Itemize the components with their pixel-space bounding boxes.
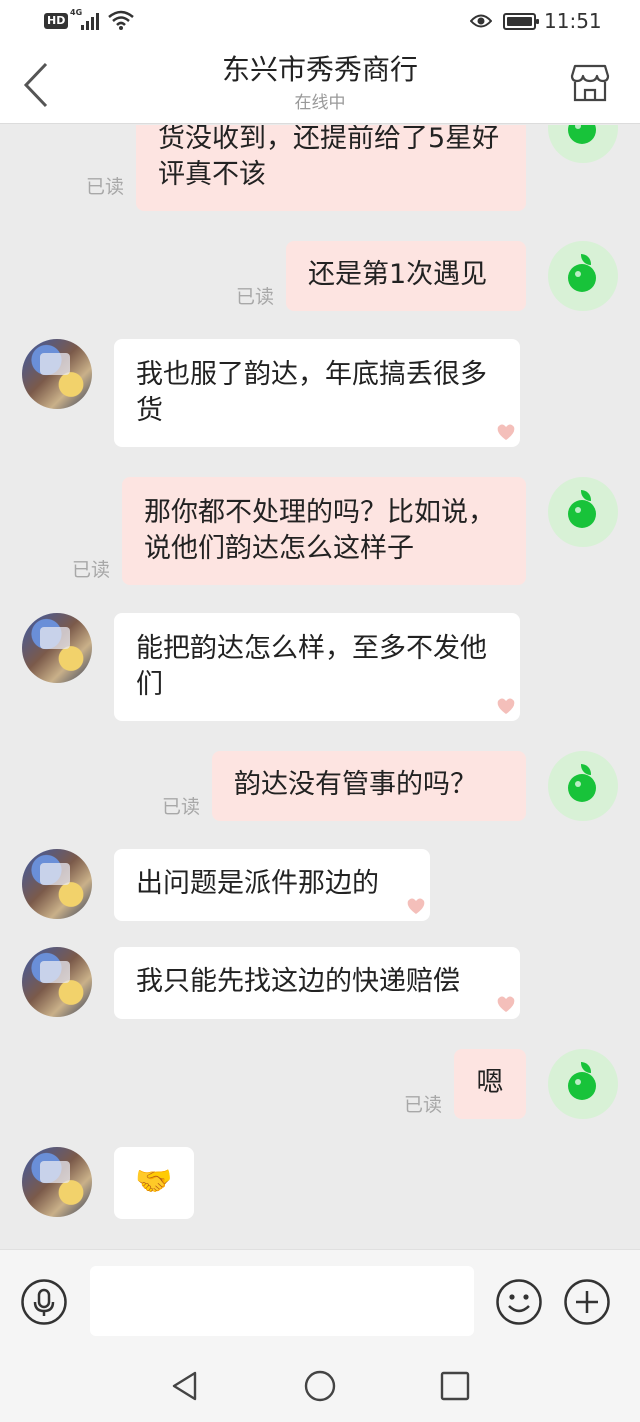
status-bar: HD 4G 11:51 <box>0 0 640 42</box>
message-bubble[interactable]: 货没收到，还提前给了5星好评真不该 <box>136 125 526 211</box>
read-receipt: 已读 <box>86 176 125 198</box>
message-bubble[interactable]: 出问题是派件那边的 <box>114 849 430 921</box>
pinduoduo-stamp-icon <box>497 996 515 1012</box>
microphone-icon[interactable] <box>20 1278 68 1326</box>
seller-avatar[interactable] <box>22 947 92 1017</box>
battery-icon <box>503 13 539 30</box>
read-receipt: 已读 <box>72 559 111 581</box>
seller-avatar[interactable] <box>22 339 92 409</box>
plus-icon[interactable] <box>563 1278 611 1326</box>
triangle-back-icon[interactable] <box>168 1369 202 1403</box>
my-avatar[interactable] <box>548 477 618 547</box>
smiley-icon[interactable] <box>495 1278 543 1326</box>
eye-icon <box>470 14 492 28</box>
signal-icon <box>81 12 103 30</box>
pinduoduo-stamp-icon <box>497 424 515 440</box>
my-avatar[interactable] <box>548 1049 618 1119</box>
message-bubble[interactable]: 能把韵达怎么样，至多不发他们 <box>114 613 520 721</box>
seller-avatar[interactable] <box>22 849 92 919</box>
chat-area[interactable]: 货没收到，还提前给了5星好评真不该 已读 还是第1次遇见 已读 我也服了韵达，年… <box>0 125 640 1249</box>
status-time: 11:51 <box>544 9 602 33</box>
read-receipt: 已读 <box>404 1094 443 1116</box>
circle-home-icon[interactable] <box>303 1369 337 1403</box>
message-input[interactable] <box>90 1266 474 1336</box>
online-status: 在线中 <box>294 93 346 113</box>
message-bubble[interactable]: 🤝 <box>114 1147 194 1219</box>
storefront-icon[interactable] <box>570 64 610 102</box>
system-nav-bar <box>0 1353 640 1422</box>
square-recents-icon[interactable] <box>438 1369 472 1403</box>
pinduoduo-stamp-icon <box>497 698 515 714</box>
my-avatar[interactable] <box>548 751 618 821</box>
pinduoduo-stamp-icon <box>407 898 425 914</box>
message-bubble[interactable]: 韵达没有管事的吗？ <box>212 751 526 821</box>
hd-badge: HD <box>44 13 69 29</box>
page-title: 东兴市秀秀商行 <box>221 53 418 86</box>
top-bar: HD 4G 11:51 东兴市秀秀商行 在线中 <box>0 0 640 124</box>
message-bubble[interactable]: 我也服了韵达，年底搞丢很多货 <box>114 339 520 447</box>
input-bar <box>0 1249 640 1353</box>
my-avatar[interactable] <box>548 241 618 311</box>
read-receipt: 已读 <box>162 796 201 818</box>
seller-avatar[interactable] <box>22 613 92 683</box>
seller-avatar[interactable] <box>22 1147 92 1217</box>
message-bubble[interactable]: 我只能先找这边的快递赔偿 <box>114 947 520 1019</box>
wifi-icon <box>108 10 134 30</box>
read-receipt: 已读 <box>236 286 275 308</box>
message-bubble[interactable]: 那你都不处理的吗？比如说，说他们韵达怎么这样子 <box>122 477 526 585</box>
message-bubble[interactable]: 还是第1次遇见 <box>286 241 526 311</box>
my-avatar[interactable] <box>548 125 618 163</box>
message-bubble[interactable]: 嗯 <box>454 1049 526 1119</box>
